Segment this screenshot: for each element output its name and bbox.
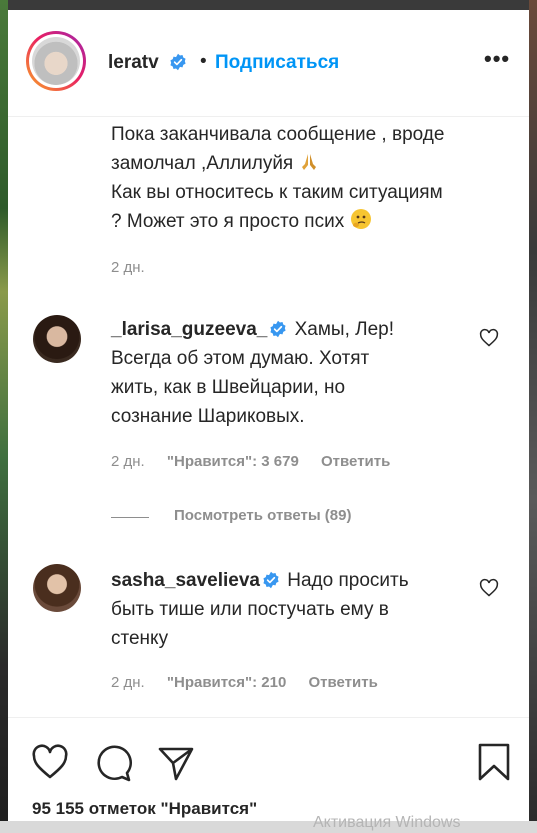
caption-line: Как вы относитесь к таким ситуациям <box>111 182 443 203</box>
post-caption: Пока заканчивала сообщение , вроде замол… <box>111 120 511 236</box>
heart-icon[interactable] <box>479 328 499 348</box>
author-username[interactable]: leratv <box>108 52 159 74</box>
replies-divider <box>111 517 149 518</box>
comment-text: Надо просить <box>287 570 409 591</box>
follow-button[interactable]: Подписаться <box>215 52 339 74</box>
share-icon[interactable] <box>156 743 196 783</box>
comment-icon[interactable] <box>94 743 134 783</box>
comment-body: sasha_savelieva Надо просить быть тише и… <box>111 566 431 653</box>
comment-text: Хамы, Лер! <box>294 319 395 340</box>
comment-text: Всегда об этом думаю. Хотят <box>111 348 370 369</box>
verified-badge-icon <box>263 571 279 589</box>
post-actions-bar: 95 155 отметок "Нравится" <box>8 717 529 821</box>
post-header: leratv • Подписаться ••• <box>8 10 529 117</box>
background-right <box>529 0 537 833</box>
reply-button[interactable]: Ответить <box>309 674 378 691</box>
comment-timestamp: 2 дн. <box>111 453 145 470</box>
commenter-username[interactable]: _larisa_guzeeva_ <box>111 319 267 340</box>
commenter-avatar[interactable] <box>33 315 81 363</box>
caption-line: замолчал ,Аллилуйя <box>111 149 511 178</box>
view-replies-button[interactable]: Посмотреть ответы (89) <box>174 507 351 524</box>
caption-timestamp: 2 дн. <box>111 259 145 276</box>
background-top <box>0 0 537 10</box>
comment-likes[interactable]: "Нравится": 3 679 <box>167 453 299 470</box>
comment-meta: 2 дн. "Нравится": 210 Ответить <box>111 674 378 691</box>
verified-badge-icon <box>270 320 286 338</box>
comment-timestamp: 2 дн. <box>111 674 145 691</box>
windows-activation-watermark: Активация Windows <box>313 814 461 831</box>
separator-dot: • <box>200 51 207 72</box>
heart-icon[interactable] <box>30 743 70 783</box>
comment-text: жить, как в Швейцарии, но <box>111 377 346 398</box>
likes-count[interactable]: 95 155 отметок "Нравится" <box>32 799 257 819</box>
reply-button[interactable]: Ответить <box>321 453 390 470</box>
commenter-avatar[interactable] <box>33 564 81 612</box>
commenter-username[interactable]: sasha_savelieva <box>111 570 260 591</box>
comment-text: сознание Шариковых. <box>111 406 305 427</box>
bookmark-icon[interactable] <box>474 742 514 782</box>
verified-badge-icon <box>170 53 186 71</box>
heart-icon[interactable] <box>479 578 499 598</box>
thinking-face-emoji-icon <box>350 209 371 229</box>
post-panel: leratv • Подписаться ••• Пока заканчивал… <box>8 10 529 821</box>
praying-hands-emoji-icon <box>301 154 316 170</box>
background-left <box>0 0 8 833</box>
more-options-icon[interactable]: ••• <box>484 46 510 72</box>
comment-text: стенку <box>111 628 169 649</box>
comment-likes[interactable]: "Нравится": 210 <box>167 674 286 691</box>
author-avatar[interactable] <box>26 31 86 91</box>
caption-line: ? Может это я просто псих <box>111 207 511 236</box>
comment-body: _larisa_guzeeva_ Хамы, Лер! Всегда об эт… <box>111 315 431 431</box>
comment-text: быть тише или постучать ему в <box>111 599 389 620</box>
comment-meta: 2 дн. "Нравится": 3 679 Ответить <box>111 453 390 470</box>
caption-line: Пока заканчивала сообщение , вроде <box>111 124 445 145</box>
